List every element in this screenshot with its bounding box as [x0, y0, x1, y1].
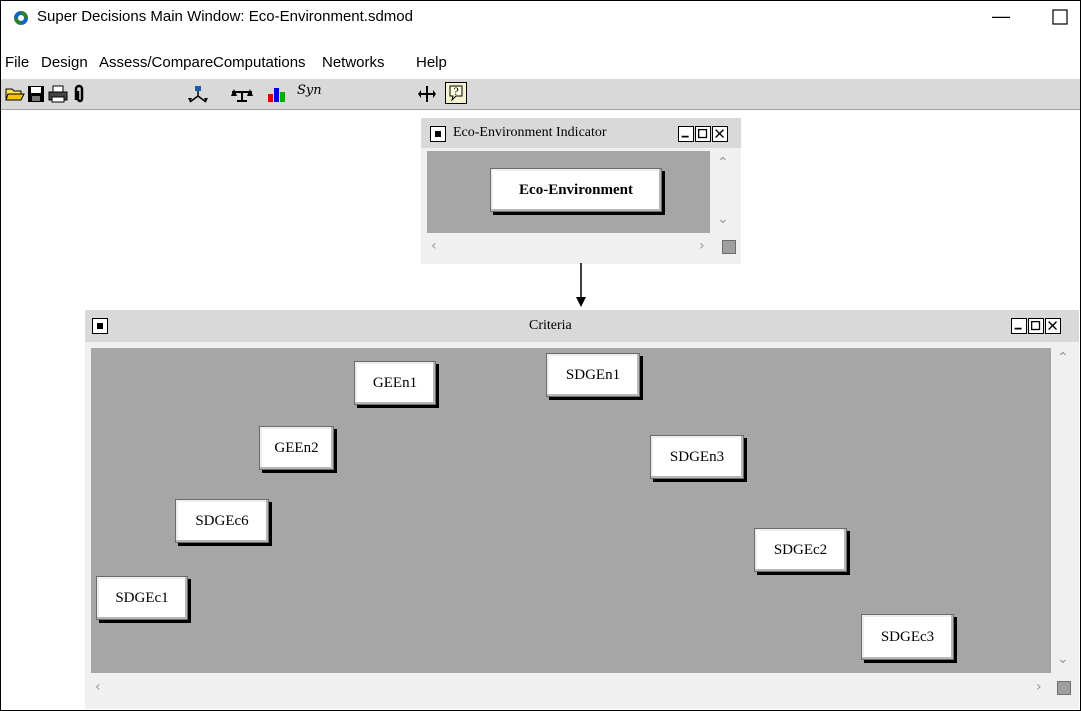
node-sdgen1[interactable]: SDGEn1: [546, 353, 640, 397]
window-title: Super Decisions Main Window: Eco-Environ…: [37, 8, 413, 25]
cluster-menu-button[interactable]: [430, 126, 446, 142]
vertical-scrollbar[interactable]: ⌃ ⌄: [712, 151, 734, 233]
node-eco-environment[interactable]: Eco-Environment: [490, 168, 662, 212]
node-geen1[interactable]: GEEn1: [354, 361, 436, 405]
bar-chart-icon[interactable]: [266, 84, 286, 104]
compare-scale-icon[interactable]: [229, 84, 255, 104]
node-sdgec2[interactable]: SDGEc2: [754, 528, 847, 572]
cluster-title: Eco-Environment Indicator: [453, 125, 607, 140]
cluster-window-eco-environment-indicator: Eco-Environment Indicator Eco-Environmen…: [421, 118, 741, 264]
svg-text:?: ?: [453, 87, 458, 98]
scroll-down-arrow[interactable]: ⌄: [717, 211, 729, 227]
save-icon[interactable]: [26, 84, 46, 104]
menu-help[interactable]: Help: [416, 54, 447, 71]
open-folder-icon[interactable]: [5, 84, 25, 104]
scroll-right-arrow[interactable]: ›: [1036, 679, 1042, 695]
horizontal-scrollbar[interactable]: ‹ ›: [427, 236, 710, 258]
help-mode-button[interactable]: ?: [445, 82, 467, 104]
resize-grip[interactable]: [1057, 681, 1071, 695]
cluster-window-criteria: Criteria GEEn1 SDGEn1 GEEn2 SDGEn3 SDGEc…: [85, 310, 1079, 709]
cluster-menu-button[interactable]: [92, 318, 108, 334]
scroll-left-arrow[interactable]: ‹: [431, 238, 437, 254]
cluster-minimize-button[interactable]: [1011, 318, 1027, 334]
move-icon[interactable]: [417, 84, 437, 104]
menu-file[interactable]: File: [5, 54, 29, 71]
horizontal-scrollbar[interactable]: ‹ ›: [91, 676, 1051, 702]
node-sdgec6[interactable]: SDGEc6: [175, 499, 269, 543]
menu-networks[interactable]: Networks: [322, 54, 385, 71]
menu-design[interactable]: Design: [41, 54, 88, 71]
minimize-button[interactable]: —: [986, 3, 1016, 31]
maximize-button[interactable]: [1051, 8, 1069, 26]
scroll-up-arrow[interactable]: ⌃: [1057, 350, 1069, 366]
title-bar: Super Decisions Main Window: Eco-Environ…: [1, 1, 1080, 34]
print-icon[interactable]: [48, 84, 68, 104]
node-sdgec1[interactable]: SDGEc1: [96, 576, 188, 620]
super-decisions-app-icon: [14, 11, 28, 25]
menu-bar: File Design Assess/Compare Computations …: [1, 51, 1080, 76]
scroll-up-arrow[interactable]: ⌃: [717, 155, 729, 171]
cluster-maximize-button[interactable]: [695, 126, 711, 142]
scroll-left-arrow[interactable]: ‹: [95, 679, 101, 695]
toolbar: Syn ?: [1, 79, 1080, 110]
cluster-canvas[interactable]: GEEn1 SDGEn1 GEEn2 SDGEn3 SDGEc6 SDGEc2 …: [91, 348, 1051, 673]
cluster-maximize-button[interactable]: [1028, 318, 1044, 334]
menu-computations[interactable]: Computations: [213, 54, 306, 71]
vertical-scrollbar[interactable]: ⌃ ⌄: [1051, 348, 1075, 673]
cluster-canvas[interactable]: Eco-Environment: [427, 151, 710, 233]
attach-icon[interactable]: [69, 84, 89, 104]
cluster-link-arrow: [576, 263, 586, 307]
node-sdgec3[interactable]: SDGEc3: [861, 614, 954, 660]
network-icon[interactable]: [186, 84, 210, 104]
scroll-right-arrow[interactable]: ›: [699, 238, 705, 254]
node-sdgen3[interactable]: SDGEn3: [650, 435, 744, 479]
cluster-close-button[interactable]: [1045, 318, 1061, 334]
cluster-titlebar: [85, 310, 1079, 342]
scroll-down-arrow[interactable]: ⌄: [1057, 651, 1069, 667]
main-window: Super Decisions Main Window: Eco-Environ…: [0, 0, 1081, 711]
cluster-close-button[interactable]: [712, 126, 728, 142]
synthesis-icon[interactable]: Syn: [297, 83, 322, 98]
cluster-minimize-button[interactable]: [678, 126, 694, 142]
resize-grip[interactable]: [722, 240, 736, 254]
menu-assess-compare[interactable]: Assess/Compare: [99, 54, 213, 71]
cluster-title: Criteria: [529, 318, 572, 333]
help-icon: ?: [449, 85, 463, 102]
node-geen2[interactable]: GEEn2: [259, 426, 334, 470]
